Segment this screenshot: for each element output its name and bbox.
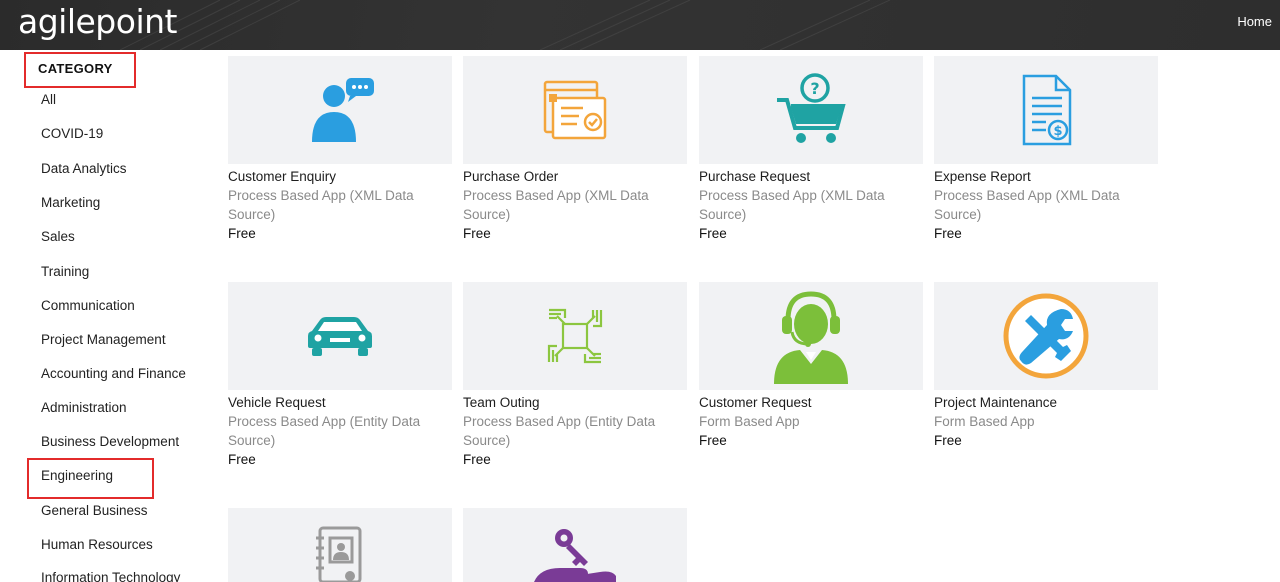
category-item-project-management[interactable]: Project Management xyxy=(41,332,166,347)
app-title[interactable]: Purchase Order xyxy=(463,167,687,186)
app-price: Free xyxy=(463,226,491,241)
app-type: Process Based App (Entity Data xyxy=(228,414,421,429)
category-item-accounting-and-finance[interactable]: Accounting and Finance xyxy=(41,366,186,381)
agilepoint-logo[interactable]: agilepoint xyxy=(18,2,177,42)
app-type-cont: Source) xyxy=(463,433,511,448)
app-title[interactable]: Vehicle Request xyxy=(228,393,452,412)
app-price: Free xyxy=(934,226,962,241)
app-price: Free xyxy=(934,433,962,448)
app-thumbnail[interactable] xyxy=(463,508,687,582)
tools-icon xyxy=(1003,293,1089,379)
category-item-covid-19[interactable]: COVID-19 xyxy=(41,126,103,141)
app-type-cont: Source) xyxy=(934,207,982,222)
app-card-expense-report[interactable]: $ Expense Report Process Based App (XML … xyxy=(934,56,1158,243)
category-item-all[interactable]: All xyxy=(41,92,56,107)
app-title[interactable]: Purchase Request xyxy=(699,167,923,186)
app-price: Free xyxy=(228,452,256,467)
app-type: Process Based App (XML Data xyxy=(934,188,1120,203)
svg-text:?: ? xyxy=(810,79,819,98)
app-type-cont: Source) xyxy=(228,207,276,222)
app-type: Form Based App xyxy=(934,414,1035,429)
app-thumbnail[interactable] xyxy=(228,282,452,390)
app-card-employee-directory[interactable] xyxy=(228,508,452,582)
category-item-human-resources[interactable]: Human Resources xyxy=(41,537,153,552)
app-type-cont: Source) xyxy=(228,433,276,448)
expense-report-icon: $ xyxy=(1022,74,1072,146)
category-item-marketing[interactable]: Marketing xyxy=(41,195,100,210)
app-thumbnail[interactable] xyxy=(228,508,452,582)
category-item-training[interactable]: Training xyxy=(41,264,89,279)
category-item-administration[interactable]: Administration xyxy=(41,400,127,415)
app-thumbnail[interactable] xyxy=(463,56,687,164)
app-type: Process Based App (XML Data xyxy=(463,188,649,203)
app-card-team-outing[interactable]: Team Outing Process Based App (Entity Da… xyxy=(463,282,687,469)
app-title[interactable]: Expense Report xyxy=(934,167,1158,186)
app-card-vehicle-request[interactable]: Vehicle Request Process Based App (Entit… xyxy=(228,282,452,469)
app-type: Process Based App (XML Data xyxy=(228,188,414,203)
app-title[interactable]: Project Maintenance xyxy=(934,393,1158,412)
category-item-business-development[interactable]: Business Development xyxy=(41,434,179,449)
app-title[interactable]: Customer Enquiry xyxy=(228,167,452,186)
app-price: Free xyxy=(699,226,727,241)
app-price: Free xyxy=(699,433,727,448)
top-bar: agilepoint Home xyxy=(0,0,1280,50)
category-item-communication[interactable]: Communication xyxy=(41,298,135,313)
support-agent-icon xyxy=(774,291,848,384)
category-sidebar: CATEGORY All COVID-19 Data Analytics Mar… xyxy=(0,50,210,582)
app-card-purchase-order[interactable]: Purchase Order Process Based App (XML Da… xyxy=(463,56,687,243)
team-hands-icon xyxy=(547,308,603,364)
app-thumbnail[interactable]: ? xyxy=(699,56,923,164)
app-card-purchase-request[interactable]: ? Purchase Request Process Based App (XM… xyxy=(699,56,923,243)
app-thumbnail[interactable] xyxy=(463,282,687,390)
car-icon xyxy=(308,317,372,356)
app-thumbnail[interactable] xyxy=(228,56,452,164)
category-item-data-analytics[interactable]: Data Analytics xyxy=(41,161,127,176)
app-type: Process Based App (XML Data xyxy=(699,188,885,203)
app-title[interactable]: Customer Request xyxy=(699,393,923,412)
app-card-customer-request[interactable]: Customer Request Form Based App Free xyxy=(699,282,923,450)
app-thumbnail[interactable] xyxy=(699,282,923,390)
app-title[interactable]: Team Outing xyxy=(463,393,687,412)
category-title: CATEGORY xyxy=(24,52,136,88)
category-item-general-business[interactable]: General Business xyxy=(41,503,148,518)
app-thumbnail[interactable] xyxy=(934,282,1158,390)
app-price: Free xyxy=(228,226,256,241)
shopping-cart-question-icon: ? xyxy=(777,73,846,143)
app-type: Process Based App (Entity Data xyxy=(463,414,656,429)
app-type-cont: Source) xyxy=(699,207,747,222)
app-thumbnail[interactable]: $ xyxy=(934,56,1158,164)
home-link[interactable]: Home xyxy=(1237,14,1272,29)
app-type: Form Based App xyxy=(699,414,800,429)
app-type-cont: Source) xyxy=(463,207,511,222)
header-decoration xyxy=(119,0,891,50)
customer-enquiry-icon xyxy=(312,78,374,142)
category-item-engineering[interactable]: Engineering xyxy=(41,468,113,483)
key-hand-icon xyxy=(534,529,616,582)
app-price: Free xyxy=(463,452,491,467)
employee-directory-icon xyxy=(316,526,362,582)
svg-text:$: $ xyxy=(1053,124,1062,139)
purchase-order-icon xyxy=(543,80,607,140)
app-card-project-maintenance[interactable]: Project Maintenance Form Based App Free xyxy=(934,282,1158,450)
app-card-access-request[interactable] xyxy=(463,508,687,582)
app-card-customer-enquiry[interactable]: Customer Enquiry Process Based App (XML … xyxy=(228,56,452,243)
category-item-sales[interactable]: Sales xyxy=(41,229,75,244)
category-item-information-technology[interactable]: Information Technology xyxy=(41,570,180,582)
